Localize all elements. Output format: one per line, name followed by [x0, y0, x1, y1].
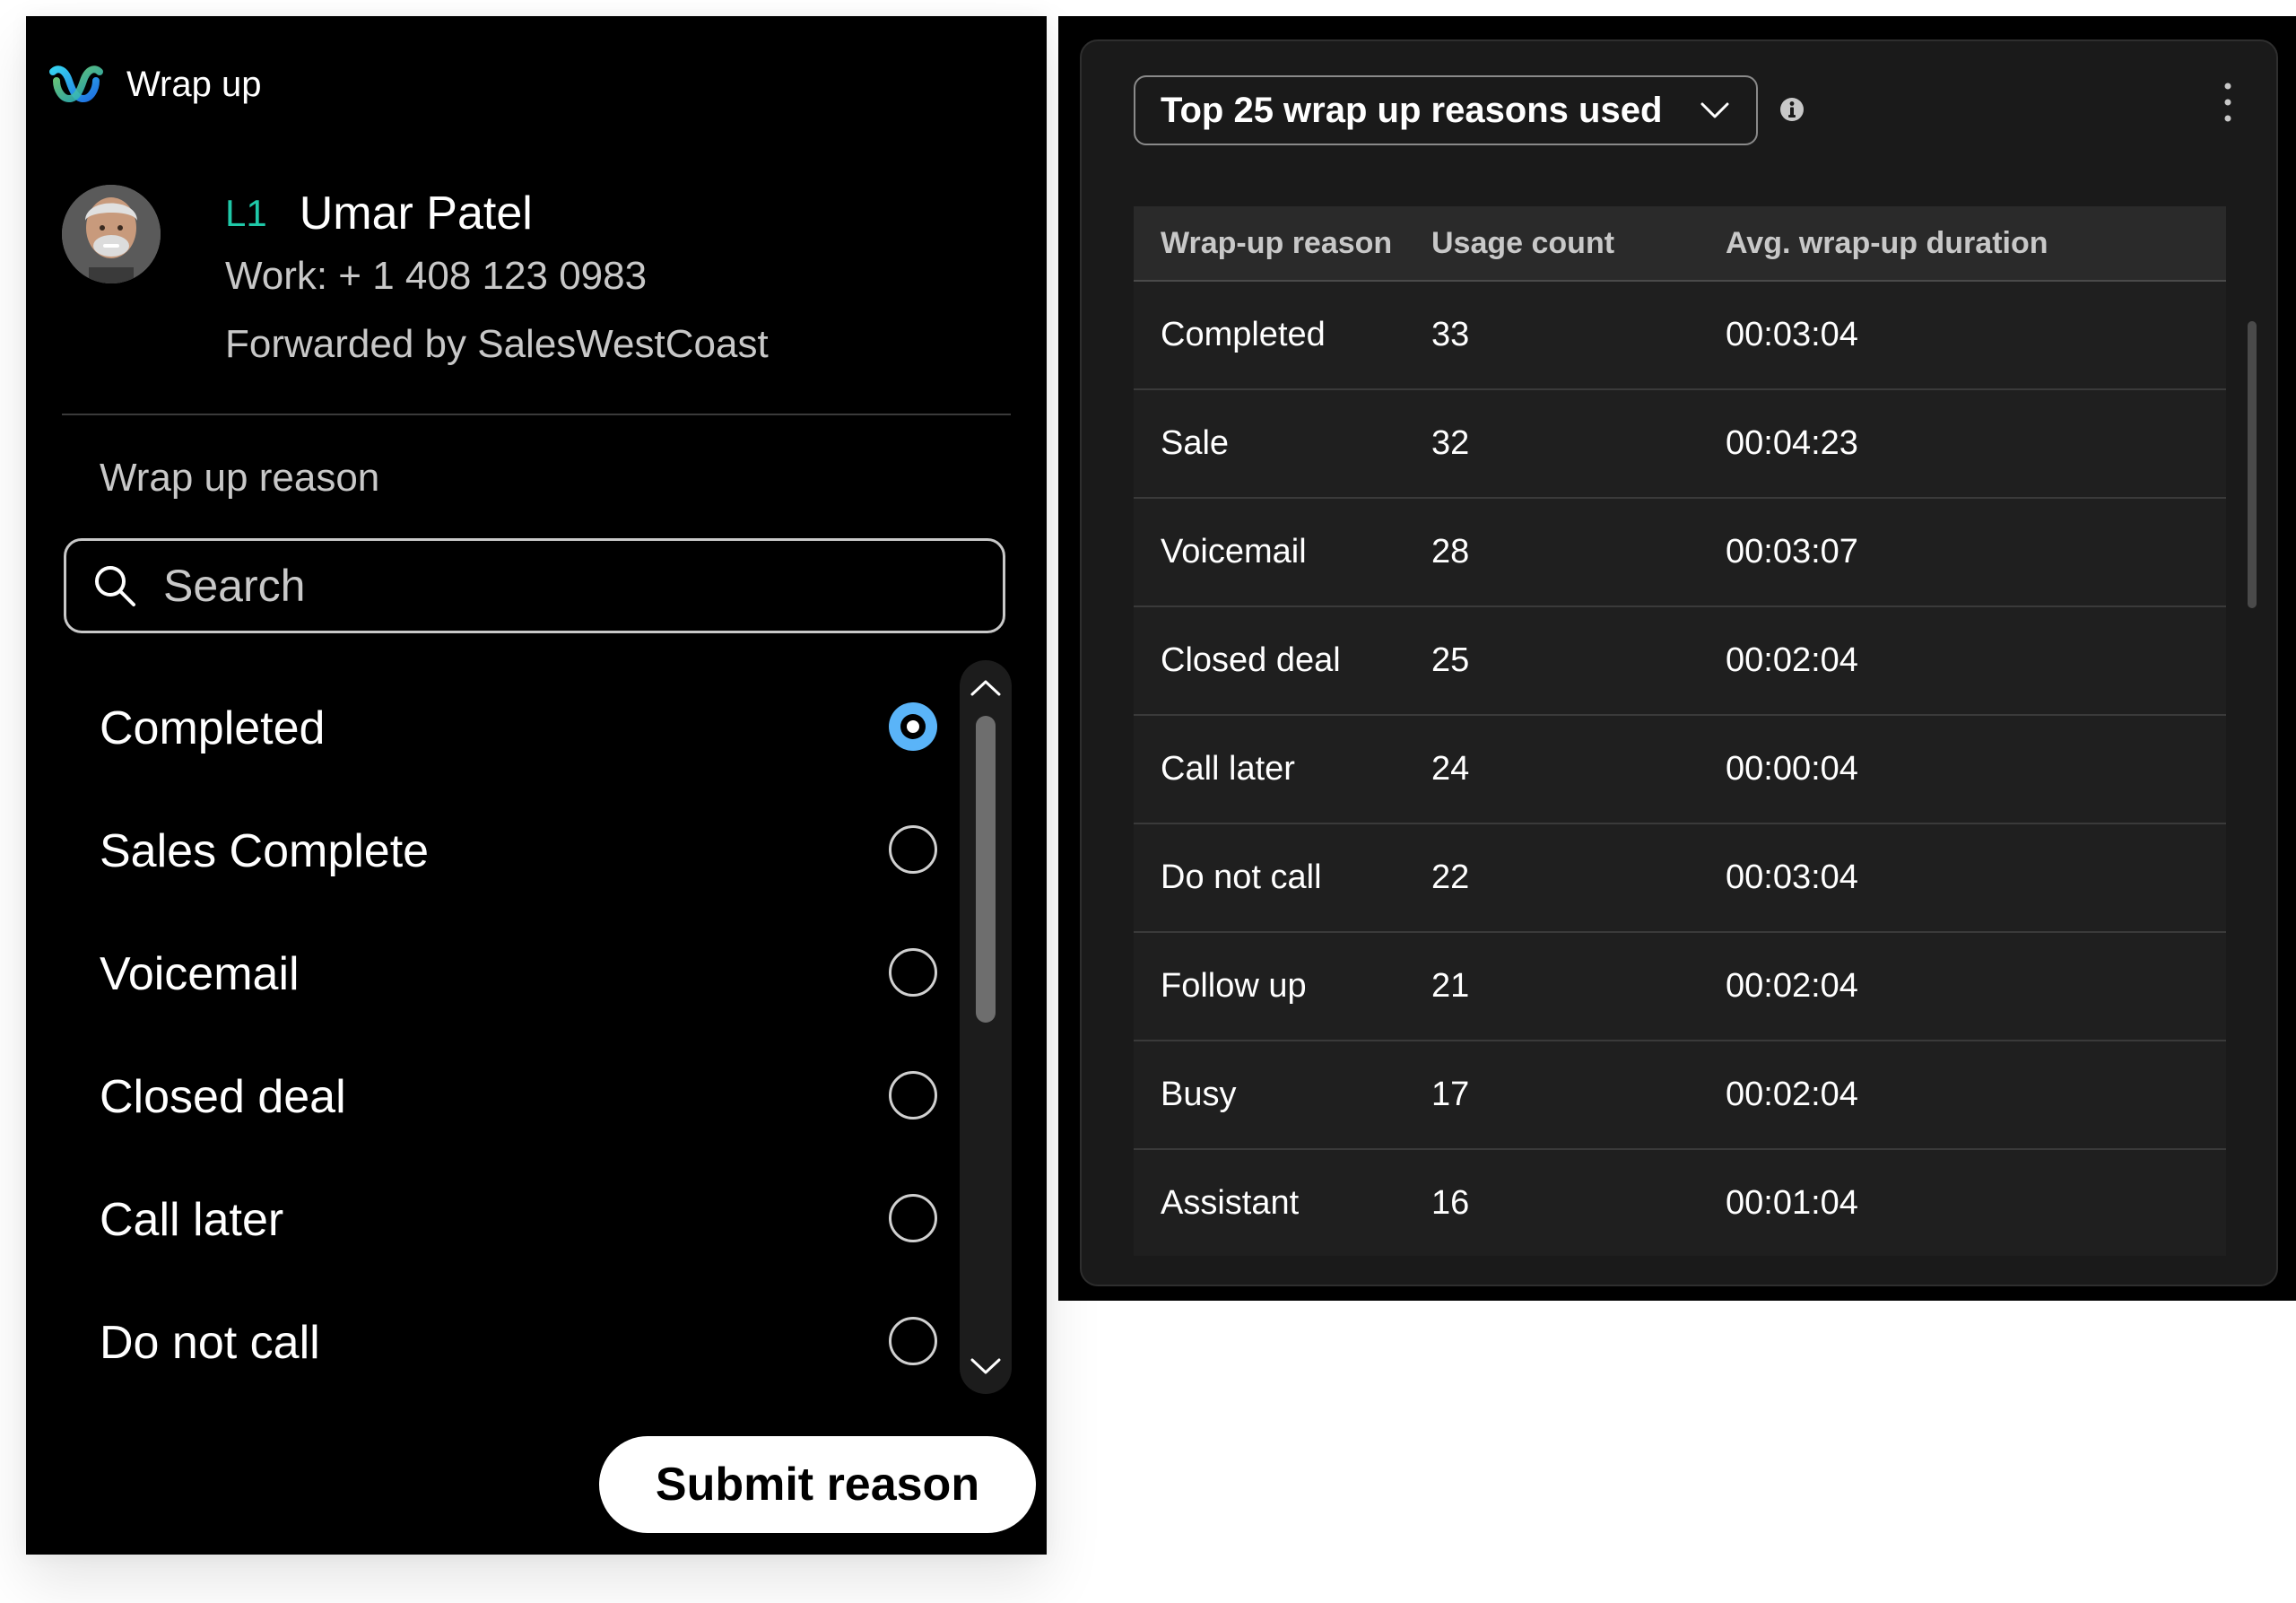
- cell-usage-count: 21: [1431, 967, 1470, 1005]
- report-widget-frame: Top 25 wrap up reasons used Wrap-up reas…: [1058, 16, 2296, 1301]
- reason-list: Completed Sales Complete Voicemail Close…: [64, 666, 952, 1406]
- contact-card: L1 Umar Patel Work: + 1 408 123 0983 For…: [62, 185, 1013, 382]
- chevron-down-icon: [1700, 102, 1729, 118]
- reason-label: Voicemail: [100, 947, 300, 1000]
- table-row: Busy 17 00:02:04: [1134, 1041, 2226, 1150]
- cell-usage-count: 16: [1431, 1184, 1470, 1222]
- table-row: Do not call 22 00:03:04: [1134, 824, 2226, 933]
- cell-reason: Completed: [1161, 316, 1326, 353]
- work-phone: Work: + 1 408 123 0983: [225, 254, 648, 298]
- chevron-up-icon[interactable]: [967, 669, 1004, 707]
- cell-reason: Call later: [1161, 750, 1295, 788]
- column-header-usage-count[interactable]: Usage count: [1431, 226, 1726, 261]
- forwarded-by: Forwarded by SalesWestCoast: [225, 322, 769, 366]
- reason-label: Do not call: [100, 1316, 320, 1369]
- reason-list-scrollbar[interactable]: [960, 660, 1012, 1394]
- cell-reason: Busy: [1161, 1076, 1237, 1113]
- level-badge: L1: [225, 192, 267, 234]
- table-row: Call later 24 00:00:04: [1134, 716, 2226, 824]
- cell-usage-count: 33: [1431, 316, 1470, 353]
- report-type-dropdown[interactable]: Top 25 wrap up reasons used: [1134, 75, 1758, 145]
- cell-avg-duration: 00:00:04: [1726, 750, 1858, 788]
- radio-unchecked-icon[interactable]: [889, 1317, 937, 1365]
- reason-label: Sales Complete: [100, 824, 430, 877]
- reason-option-do-not-call[interactable]: Do not call: [64, 1281, 952, 1404]
- cell-usage-count: 17: [1431, 1076, 1470, 1113]
- avatar: [62, 185, 161, 283]
- table-row: Closed deal 25 00:02:04: [1134, 607, 2226, 716]
- reason-label: Completed: [100, 701, 326, 754]
- wrap-up-reasons-table: Wrap-up reason Usage count Avg. wrap-up …: [1134, 206, 2226, 1256]
- cell-usage-count: 32: [1431, 424, 1470, 462]
- reason-option-voicemail[interactable]: Voicemail: [64, 912, 952, 1035]
- table-row: Completed 33 00:03:04: [1134, 282, 2226, 390]
- table-header: Wrap-up reason Usage count Avg. wrap-up …: [1134, 206, 2226, 282]
- cell-avg-duration: 00:02:04: [1726, 967, 1858, 1005]
- search-icon: [95, 566, 135, 606]
- scroll-thumb[interactable]: [976, 716, 996, 1023]
- cell-reason: Sale: [1161, 424, 1230, 462]
- cell-usage-count: 28: [1431, 533, 1470, 571]
- reason-option-call-later[interactable]: Call later: [64, 1158, 952, 1281]
- wrap-up-header: Wrap up: [49, 47, 261, 122]
- contact-name-row: L1 Umar Patel: [225, 185, 769, 242]
- reason-label: Call later: [100, 1193, 284, 1246]
- wrap-up-reason-label: Wrap up reason: [100, 456, 380, 500]
- dropdown-label: Top 25 wrap up reasons used: [1161, 90, 1663, 130]
- cell-reason: Voicemail: [1161, 533, 1307, 571]
- cell-usage-count: 22: [1431, 858, 1470, 896]
- cell-avg-duration: 00:01:04: [1726, 1184, 1858, 1222]
- reason-option-completed[interactable]: Completed: [64, 666, 952, 789]
- cell-avg-duration: 00:03:04: [1726, 858, 1858, 896]
- search-input[interactable]: [161, 559, 972, 613]
- cell-avg-duration: 00:03:04: [1726, 316, 1858, 353]
- chevron-down-icon[interactable]: [967, 1347, 1004, 1385]
- more-vertical-icon[interactable]: [2219, 81, 2237, 124]
- reason-option-closed-deal[interactable]: Closed deal: [64, 1035, 952, 1158]
- webex-logo-icon: [49, 65, 103, 103]
- search-box[interactable]: [64, 538, 1005, 633]
- table-scrollbar[interactable]: [2248, 321, 2257, 608]
- column-header-reason[interactable]: Wrap-up reason: [1134, 226, 1431, 261]
- table-row: Sale 32 00:04:23: [1134, 390, 2226, 499]
- radio-unchecked-icon[interactable]: [889, 948, 937, 997]
- table-row: Assistant 16 00:01:04: [1134, 1150, 2226, 1256]
- cell-avg-duration: 00:04:23: [1726, 424, 1858, 462]
- radio-unchecked-icon[interactable]: [889, 1194, 937, 1242]
- cell-reason: Do not call: [1161, 858, 1322, 896]
- cell-avg-duration: 00:02:04: [1726, 641, 1858, 679]
- contact-name: Umar Patel: [299, 187, 533, 240]
- info-icon[interactable]: [1778, 95, 1806, 124]
- reason-label: Closed deal: [100, 1070, 346, 1123]
- wrap-up-title: Wrap up: [126, 64, 262, 104]
- radio-checked-icon[interactable]: [889, 702, 937, 751]
- table-row: Voicemail 28 00:03:07: [1134, 499, 2226, 607]
- cell-reason: Closed deal: [1161, 641, 1341, 679]
- cell-usage-count: 24: [1431, 750, 1470, 788]
- radio-unchecked-icon[interactable]: [889, 825, 937, 874]
- column-header-avg-duration[interactable]: Avg. wrap-up duration: [1726, 226, 2226, 261]
- reason-option-sales-complete[interactable]: Sales Complete: [64, 789, 952, 912]
- wrap-up-panel: Wrap up L1 Umar Patel Work: + 1 408 123 …: [26, 16, 1047, 1555]
- avatar-portrait-icon: [62, 185, 161, 283]
- submit-reason-button[interactable]: Submit reason: [599, 1436, 1036, 1533]
- radio-unchecked-icon[interactable]: [889, 1071, 937, 1119]
- cell-reason: Follow up: [1161, 967, 1307, 1005]
- divider: [62, 414, 1011, 415]
- report-widget-card: Top 25 wrap up reasons used Wrap-up reas…: [1080, 39, 2278, 1286]
- table-row: Follow up 21 00:02:04: [1134, 933, 2226, 1041]
- cell-reason: Assistant: [1161, 1184, 1300, 1222]
- cell-usage-count: 25: [1431, 641, 1470, 679]
- contact-details: L1 Umar Patel Work: + 1 408 123 0983 For…: [225, 185, 769, 379]
- cell-avg-duration: 00:03:07: [1726, 533, 1858, 571]
- cell-avg-duration: 00:02:04: [1726, 1076, 1858, 1113]
